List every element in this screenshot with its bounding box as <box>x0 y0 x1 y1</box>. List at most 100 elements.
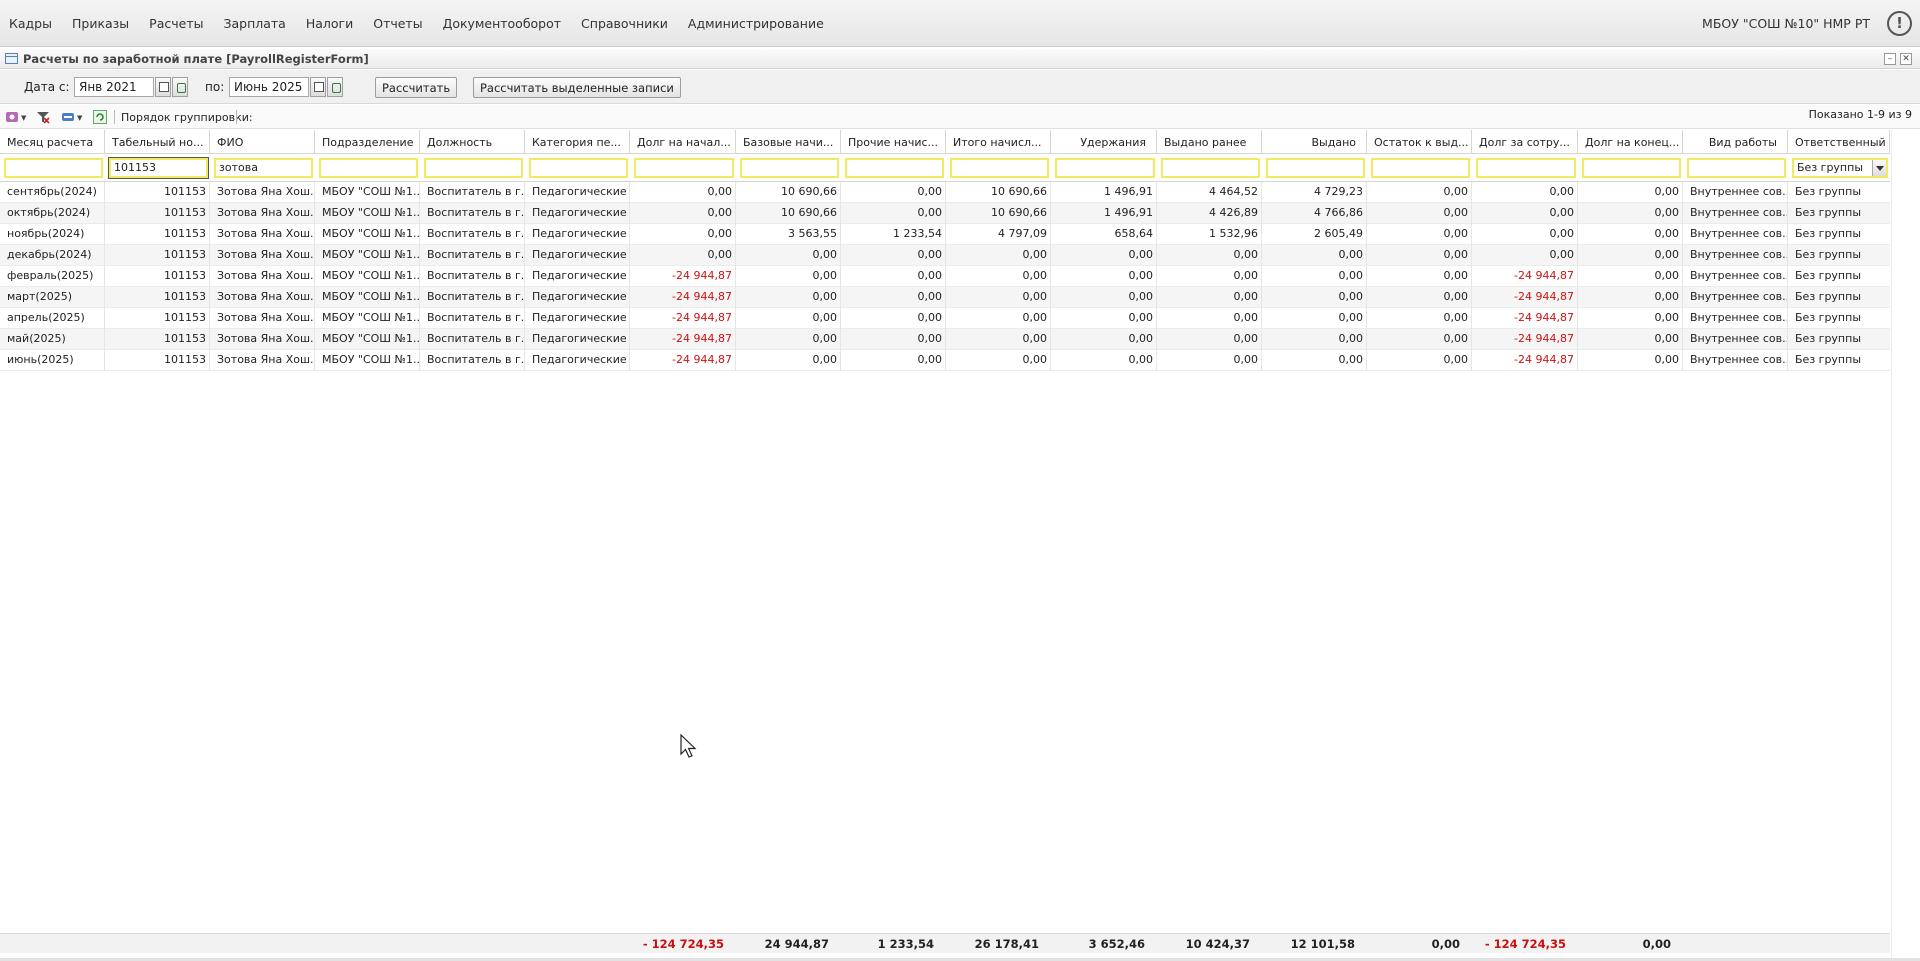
table-cell: Педагогические ... <box>532 290 630 303</box>
table-cell: Внутреннее сов... <box>1690 311 1788 324</box>
column-header[interactable]: Долг на начал... <box>630 130 736 154</box>
table-cell: 101153 <box>164 311 206 324</box>
export-icon[interactable] <box>61 110 75 124</box>
column-filter-input[interactable] <box>1687 158 1786 178</box>
column-filter-input[interactable] <box>1266 158 1365 178</box>
column-header[interactable]: Долг за сотру... <box>1472 130 1578 154</box>
column-header[interactable]: Категория пе... <box>525 130 630 154</box>
calendar-icon[interactable] <box>310 77 326 97</box>
clear-date-icon[interactable] <box>172 77 188 97</box>
menu-item[interactable]: Отчеты <box>363 0 432 47</box>
tab-number-filter-input[interactable]: 101153 <box>108 157 209 179</box>
column-divider <box>524 182 525 371</box>
table-cell: -24 944,87 <box>672 290 732 303</box>
column-filter-input[interactable] <box>529 158 628 178</box>
column-header[interactable]: Вид работы <box>1683 130 1788 154</box>
close-button[interactable]: ✕ <box>1900 53 1912 65</box>
chevron-down-icon[interactable]: ▼ <box>77 114 82 122</box>
minimize-button[interactable]: – <box>1884 53 1896 65</box>
table-cell: Зотова Яна Хош... <box>217 248 315 261</box>
column-filter-input[interactable] <box>319 158 418 178</box>
column-header[interactable]: Должность <box>420 130 525 154</box>
menu-item[interactable]: Справочники <box>571 0 678 47</box>
settings-gear-icon[interactable] <box>5 110 19 124</box>
table-cell: -24 944,87 <box>1514 353 1574 366</box>
calculate-button[interactable]: Рассчитать <box>375 77 458 98</box>
column-header[interactable]: Удержания <box>1051 130 1157 154</box>
menu-item[interactable]: Администрирование <box>678 0 834 47</box>
filter-row: 101153 зотова Без группы <box>0 154 1890 182</box>
responsible-filter-select[interactable]: Без группы <box>1792 158 1888 178</box>
total-deductions: 3 652,46 <box>1088 937 1145 951</box>
table-cell: Педагогические ... <box>532 248 630 261</box>
chevron-down-icon[interactable] <box>1872 160 1886 176</box>
column-divider <box>1366 182 1367 371</box>
date-from-input[interactable]: Янв 2021 <box>74 77 154 97</box>
column-header[interactable]: Итого начисл... <box>946 130 1051 154</box>
column-header[interactable]: Подразделение <box>315 130 420 154</box>
table-cell: -24 944,87 <box>672 353 732 366</box>
alert-icon[interactable]: ! <box>1887 11 1912 36</box>
date-to-input[interactable]: Июнь 2025 <box>229 77 309 97</box>
column-filter-input[interactable] <box>4 158 103 178</box>
table-cell: Внутреннее сов... <box>1690 332 1788 345</box>
table-cell: 0,00 <box>1443 290 1469 303</box>
column-filter-input[interactable] <box>950 158 1049 178</box>
grouping-order-label[interactable]: Порядок группировки: <box>121 111 253 124</box>
table-cell: 0,00 <box>1128 248 1154 261</box>
table-cell: Без группы <box>1795 290 1861 303</box>
menu-item[interactable]: Кадры <box>0 0 62 47</box>
column-filter-input[interactable] <box>1055 158 1155 178</box>
table-cell: 0,00 <box>1443 227 1469 240</box>
menu-item[interactable]: Документооборот <box>433 0 571 47</box>
column-filter-input[interactable] <box>1582 158 1681 178</box>
table-cell: Педагогические ... <box>532 206 630 219</box>
column-filter-input[interactable] <box>634 158 734 178</box>
column-header[interactable]: Прочие начис... <box>841 130 946 154</box>
calculate-selected-button[interactable]: Рассчитать выделенные записи <box>473 77 681 98</box>
total-total-accrued: 26 178,41 <box>974 937 1039 951</box>
vertical-scroll-track[interactable] <box>1891 130 1920 958</box>
menu-item[interactable]: Приказы <box>62 0 139 47</box>
table-cell: 0,00 <box>1443 248 1469 261</box>
table-cell: 0,00 <box>1338 332 1364 345</box>
table-cell: МБОУ "СОШ №1... <box>322 269 420 282</box>
table-cell: 101153 <box>164 332 206 345</box>
table-cell: Зотова Яна Хош... <box>217 290 315 303</box>
menu-item[interactable]: Налоги <box>296 0 363 47</box>
total-debt-end: 0,00 <box>1642 937 1671 951</box>
column-filter-input[interactable] <box>740 158 839 178</box>
table-cell: 0,00 <box>1338 353 1364 366</box>
column-header[interactable]: Долг на конец... <box>1578 130 1683 154</box>
table-cell: 2 605,49 <box>1314 227 1363 240</box>
column-header[interactable]: Базовые начи... <box>736 130 841 154</box>
column-header[interactable]: Ответственный ... <box>1788 130 1890 154</box>
table-cell: Внутреннее сов... <box>1690 290 1788 303</box>
clear-filter-icon[interactable] <box>36 110 50 124</box>
menu-item[interactable]: Зарплата <box>213 0 295 47</box>
column-divider <box>1787 182 1788 371</box>
column-divider <box>1261 182 1262 371</box>
fio-filter-input[interactable]: зотова <box>214 158 313 178</box>
column-header[interactable]: Остаток к выд... <box>1367 130 1472 154</box>
table-cell: 1 532,96 <box>1209 227 1258 240</box>
column-header[interactable]: ФИО <box>210 130 315 154</box>
column-header[interactable]: Месяц расчета <box>0 130 105 154</box>
column-filter-input[interactable] <box>1476 158 1576 178</box>
chevron-down-icon[interactable]: ▼ <box>21 114 26 122</box>
column-header[interactable]: Выдано <box>1262 130 1367 154</box>
column-header[interactable]: Выдано ранее <box>1157 130 1262 154</box>
table-cell: -24 944,87 <box>1514 290 1574 303</box>
table-cell: Без группы <box>1795 185 1861 198</box>
column-filter-input[interactable] <box>845 158 944 178</box>
column-header[interactable]: Табельный но... <box>105 130 210 154</box>
clear-date-icon[interactable] <box>327 77 343 97</box>
refresh-icon[interactable] <box>93 110 107 124</box>
column-filter-input[interactable] <box>1371 158 1470 178</box>
calendar-icon[interactable] <box>155 77 171 97</box>
grid-toolbar: ▼ ▼ Порядок группировки: Показано 1-9 из… <box>0 105 1920 129</box>
menu-item[interactable]: Расчеты <box>139 0 213 47</box>
column-filter-input[interactable] <box>424 158 523 178</box>
column-filter-input[interactable] <box>1161 158 1260 178</box>
table-cell: 0,00 <box>1654 248 1680 261</box>
